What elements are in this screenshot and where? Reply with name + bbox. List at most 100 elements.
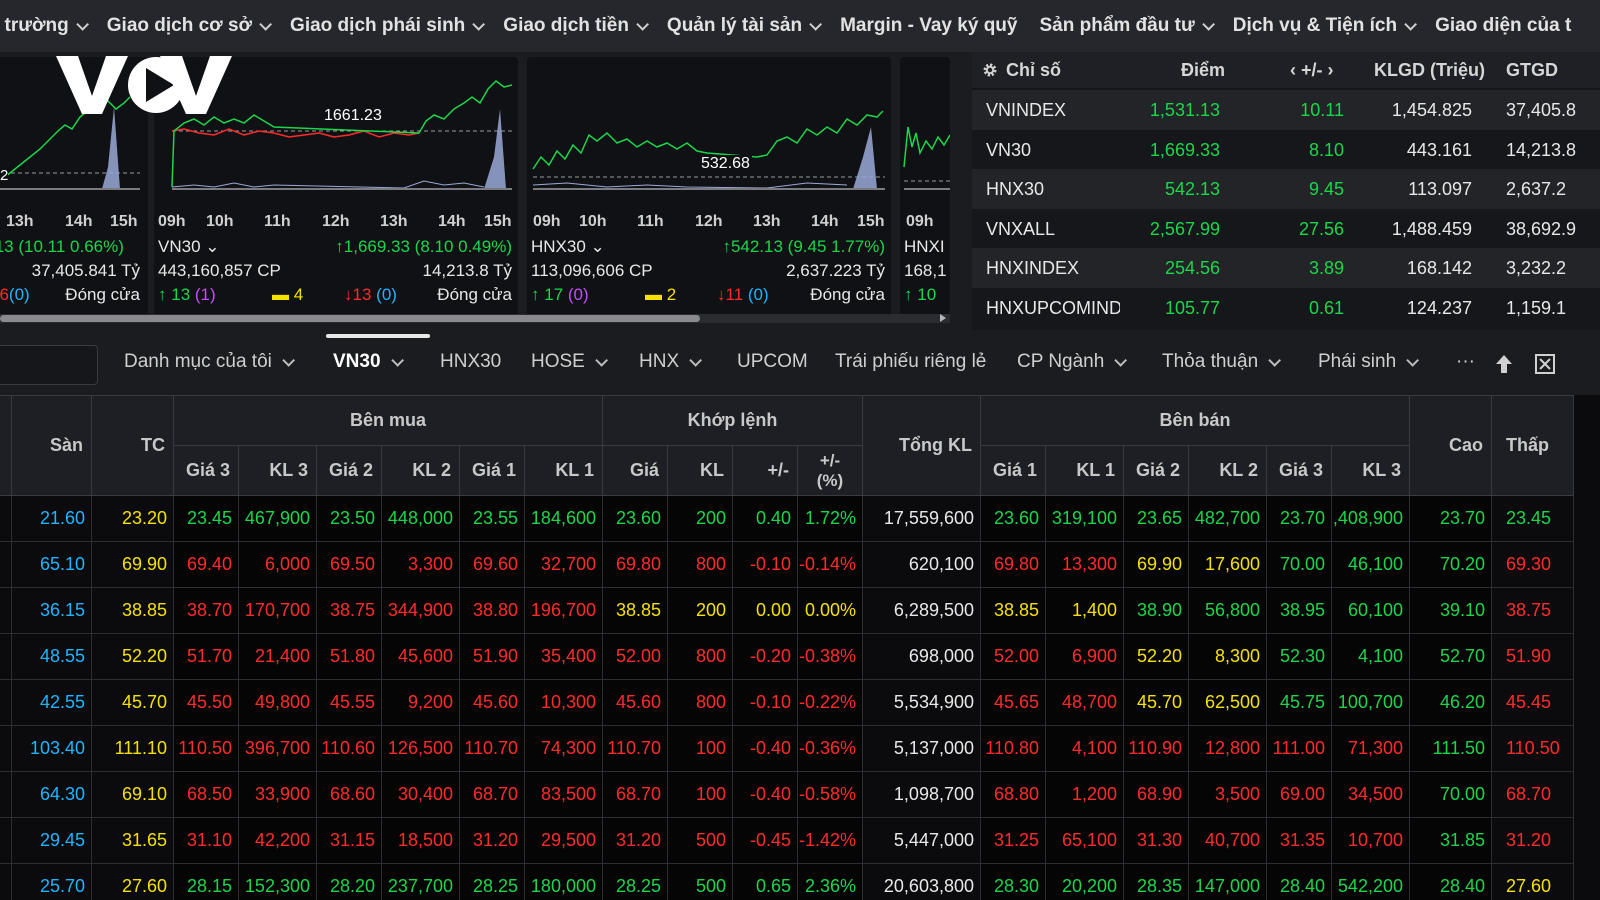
symbol-cell[interactable]	[0, 679, 12, 726]
chart-card-hnx30[interactable]: 532.68 09h 10h 11h 12h 13h 14h 15h HNX30…	[527, 57, 891, 317]
nav-item-2[interactable]: Giao dịch phái sinh	[290, 15, 486, 37]
nav-item-8[interactable]: Giao diện của t	[1435, 15, 1571, 37]
table-row[interactable]: 65.10 69.90 69.40 6,000 69.50 3,300 69.60 32,70…	[0, 541, 1574, 588]
board-cell: 51.90	[459, 633, 525, 680]
board-cell: 38.75	[1491, 587, 1574, 634]
board-cell: 4,100	[1045, 725, 1124, 772]
index-name: VNXALL	[986, 218, 1056, 239]
table-row[interactable]: 25.70 27.60 28.15 152,300 28.20 237,700 28.25 1…	[0, 863, 1574, 900]
index-point: 1,531.13	[1149, 100, 1220, 120]
board-cell: 103.40	[11, 725, 92, 772]
symbol-cell[interactable]	[0, 633, 12, 680]
gear-icon[interactable]	[982, 62, 998, 78]
tab-hnx30[interactable]: HNX30	[440, 351, 501, 373]
nav-item-6[interactable]: Sản phẩm đầu tư	[1039, 15, 1215, 37]
board-cell: 467,900	[238, 495, 317, 542]
board-cell: 45.45	[1491, 679, 1574, 726]
index-volume: 443.161	[1406, 139, 1472, 160]
board-cell: 542,200	[1331, 863, 1410, 900]
symbol-cell[interactable]	[0, 541, 12, 588]
scrollbar-thumb[interactable]	[0, 315, 700, 322]
chart-ref-value: 2	[0, 167, 9, 184]
excel-export-icon[interactable]	[1534, 353, 1556, 375]
advancers-count: ↑ 17 (0)	[531, 285, 589, 304]
table-row[interactable]: 42.55 45.70 45.50 49,800 45.55 9,200 45.60 10,3…	[0, 679, 1574, 726]
board-cell: 69.00	[1266, 771, 1332, 818]
index-name-selector[interactable]: VN30 ⌄	[158, 237, 220, 257]
col-kl-1: KL 1	[524, 445, 603, 496]
board-cell: 23.70	[1409, 495, 1492, 542]
table-row[interactable]: 36.15 38.85 38.70 170,700 38.75 344,900 38.80 1…	[0, 587, 1574, 634]
nav-item-4[interactable]: Quản lý tài sản	[667, 15, 823, 37]
tab-th-a-thu-n[interactable]: Thỏa thuận	[1162, 351, 1282, 373]
nav-item-1[interactable]: Giao dịch cơ sở	[107, 15, 273, 37]
index-name-selector[interactable]: HNX30 ⌄	[531, 237, 605, 257]
nav-item-3[interactable]: Giao dịch tiền	[503, 15, 649, 37]
tab-label: Phái sinh	[1318, 351, 1397, 372]
board-cell: -0.38%	[797, 633, 863, 680]
index-row-hnx30[interactable]: HNX30 542.13 9.45 113.097 2,637.2	[972, 169, 1600, 209]
symbol-cell[interactable]	[0, 725, 12, 772]
tab-ph-i-sinh[interactable]: Phái sinh	[1318, 351, 1420, 373]
charts-scrollbar[interactable]	[0, 314, 950, 323]
symbol-cell[interactable]	[0, 495, 12, 542]
board-cell: 110.90	[1123, 725, 1189, 772]
board-cell: 5,137,000	[862, 725, 981, 772]
board-cell: 29,500	[524, 817, 603, 864]
tab-upcom[interactable]: UPCOM	[737, 351, 808, 373]
symbol-search-input[interactable]	[0, 345, 98, 385]
board-cell: 70.00	[1266, 541, 1332, 588]
tab-vn30[interactable]: VN30	[333, 351, 404, 373]
vov-watermark-logo	[56, 56, 232, 114]
board-cell: 20,603,800	[862, 863, 981, 900]
symbol-cell[interactable]	[0, 771, 12, 818]
chart-time-axis: 13h 14h 15h	[6, 213, 138, 230]
table-row[interactable]: 21.60 23.20 23.45 467,900 23.50 448,000 23.55 1…	[0, 495, 1574, 542]
board-cell: 800	[667, 633, 733, 680]
table-row[interactable]: 103.40 111.10 110.50 396,700 110.60 126,500 11…	[0, 725, 1574, 772]
board-cell: 62,500	[1188, 679, 1267, 726]
col-volume: KLGD (Triệu)	[1374, 60, 1485, 80]
board-cell: 23.45	[173, 495, 239, 542]
index-name: HNX30	[986, 179, 1045, 199]
index-row-hnxindex[interactable]: HNXINDEX 254.56 3.89 168.142 3,232.2	[972, 248, 1600, 288]
index-point: 254.56	[1164, 258, 1220, 278]
board-cell: 51.70	[173, 633, 239, 680]
chevron-down-icon	[282, 353, 295, 367]
index-row-vnindex[interactable]: VNINDEX 1,531.13 10.11 1,454.825 37,405.8	[972, 90, 1600, 130]
chart-hnxindex	[903, 126, 950, 190]
board-cell: 36.15	[11, 587, 92, 634]
table-row[interactable]: 64.30 69.10 68.50 33,900 68.60 30,400 68.70 83,…	[0, 771, 1574, 818]
index-row-hnxupcominde[interactable]: HNXUPCOMINDE 105.77 0.61 124.237 1,159.1	[972, 288, 1600, 328]
board-cell: 1.72%	[797, 495, 863, 542]
tab-label: Thỏa thuận	[1162, 351, 1259, 372]
tab-[interactable]: ···	[1456, 351, 1475, 373]
nav-item-7[interactable]: Dịch vụ & Tiện ích	[1233, 15, 1418, 37]
chart-card-hnxindex[interactable]: 09h HNXI 168,1 ↑ 10	[900, 57, 950, 317]
tab-hnx[interactable]: HNX	[639, 351, 703, 373]
symbol-cell[interactable]	[0, 863, 12, 900]
nav-item-0[interactable]: ị trường	[0, 15, 89, 37]
board-cell: 21,400	[238, 633, 317, 680]
tab-danh-m-c-c-a-t-i[interactable]: Danh mục của tôi	[124, 351, 295, 373]
board-cell: 0.00%	[797, 587, 863, 634]
arrow-up-icon[interactable]	[1494, 353, 1514, 375]
board-cell: 30,400	[381, 771, 460, 818]
board-cell: 396,700	[238, 725, 317, 772]
board-cell: -0.58%	[797, 771, 863, 818]
index-row-vnxall[interactable]: VNXALL 2,567.99 27.56 1,488.459 38,692.9	[972, 209, 1600, 249]
scroll-right-arrow[interactable]	[940, 314, 946, 322]
price-board-table: Sàn TC Bên mua Khớp lệnh Tổng KL Bên bán…	[0, 395, 1574, 900]
col-change[interactable]: ‹ +/- ›	[1290, 60, 1334, 81]
index-row-vn30[interactable]: VN30 1,669.33 8.10 443.161 14,213.8	[972, 130, 1600, 170]
symbol-cell[interactable]	[0, 817, 12, 864]
tab-hose[interactable]: HOSE	[531, 351, 608, 373]
symbol-cell[interactable]	[0, 587, 12, 634]
nav-item-label: Sản phẩm đầu tư	[1039, 15, 1195, 36]
tab-cp-ng-nh[interactable]: CP Ngành	[1017, 351, 1128, 373]
table-row[interactable]: 48.55 52.20 51.70 21,400 51.80 45,600 51.90 35,…	[0, 633, 1574, 680]
board-cell: 31.85	[1409, 817, 1492, 864]
tab-tr-i-phi-u-ri-ng-l[interactable]: Trái phiếu riêng lẻ	[835, 351, 986, 373]
table-row[interactable]: 29.45 31.65 31.10 42,200 31.15 18,500 31.20 29,…	[0, 817, 1574, 864]
nav-item-5[interactable]: Margin - Vay ký quỹ	[840, 15, 1017, 37]
